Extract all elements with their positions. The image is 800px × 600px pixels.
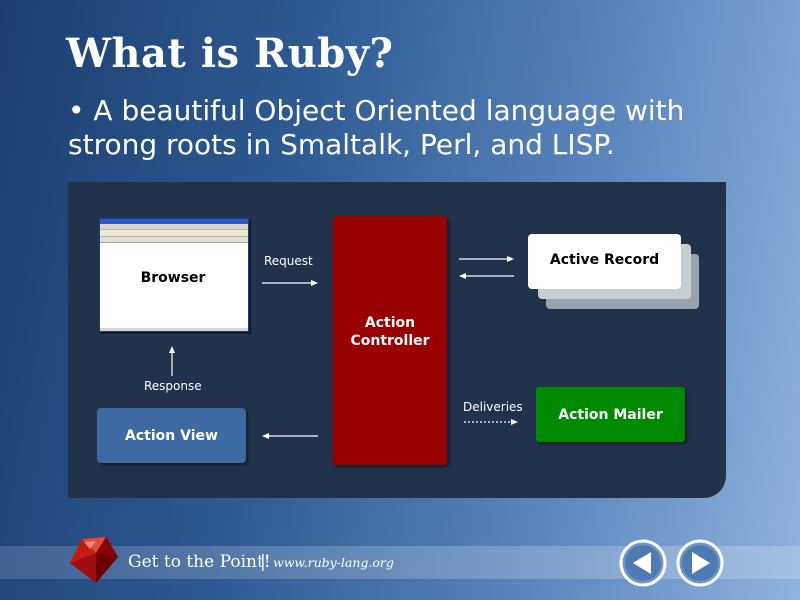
deliveries-arrow-icon	[464, 419, 518, 425]
to-active-record-arrow-icon	[459, 256, 514, 262]
from-active-record-arrow-icon	[459, 273, 514, 279]
ruby-gem-icon	[70, 537, 118, 583]
previous-slide-button[interactable]	[619, 539, 667, 587]
to-action-view-arrow-icon	[262, 433, 318, 439]
footer-tagline: Get to the Point!	[128, 552, 271, 572]
response-arrow-icon	[169, 346, 175, 376]
footer-url-link[interactable]: www.ruby-lang.org	[273, 555, 394, 570]
request-arrow-icon	[262, 280, 318, 286]
footer-separator: |	[260, 552, 266, 572]
diagram-arrows	[169, 256, 518, 439]
next-slide-button[interactable]	[676, 539, 724, 587]
